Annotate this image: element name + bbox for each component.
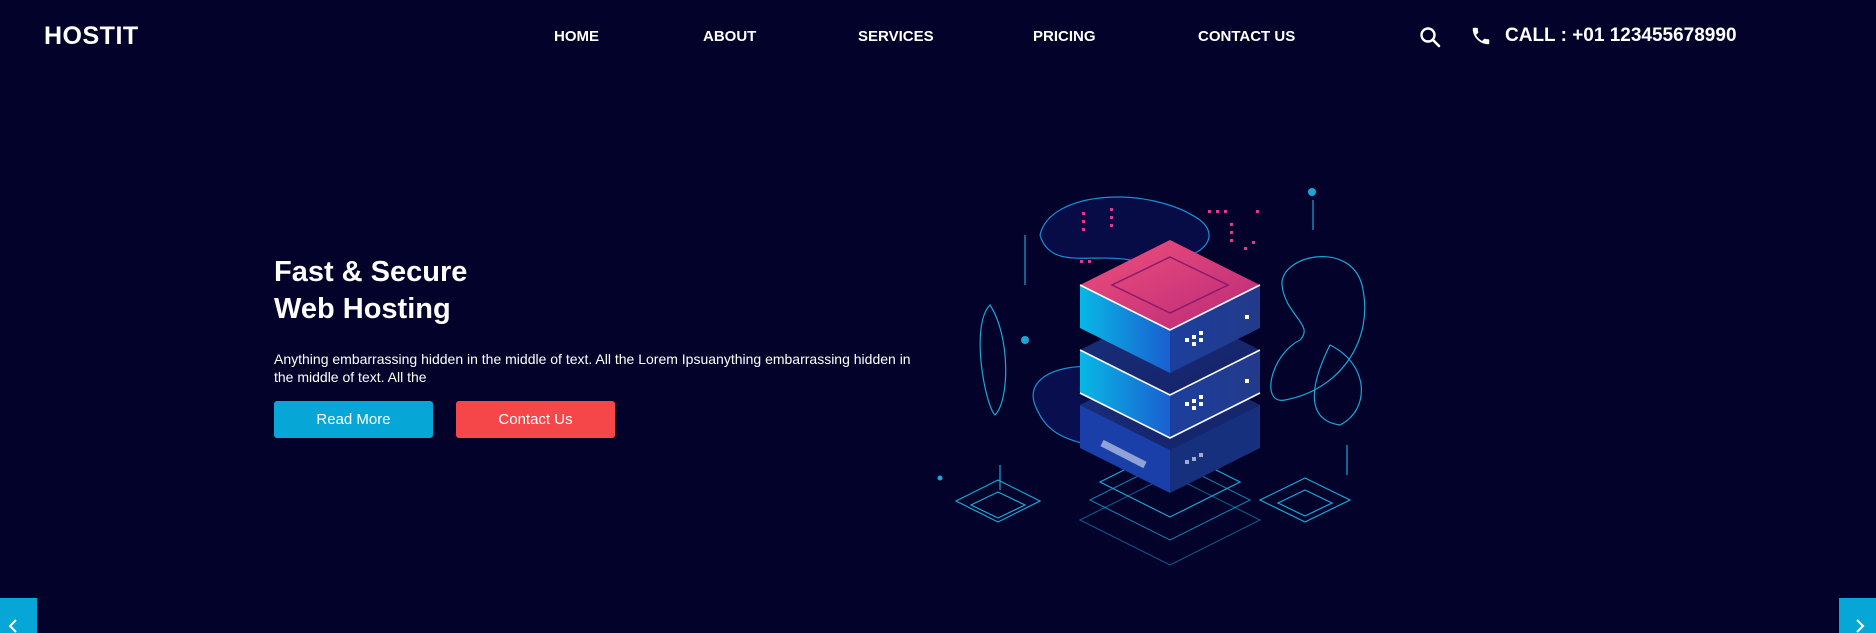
nav-pricing[interactable]: PRICING [1033,28,1096,45]
server-illustration [937,188,1366,566]
slider-next-button[interactable] [1839,598,1876,633]
hero-title-line2: Web Hosting [274,293,451,325]
chevron-left-icon [8,619,17,633]
call-phone-number[interactable]: CALL : +01 123455678990 [1505,25,1737,47]
page: HOSTIT HOME ABOUT SERVICES PRICING CONTA… [0,0,1876,633]
hero-description: Anything embarrassing hidden in the midd… [274,351,911,385]
nav-contact-us[interactable]: CONTACT US [1198,28,1295,45]
slider-prev-button[interactable] [0,598,37,633]
nav-services[interactable]: SERVICES [858,28,934,45]
read-more-button[interactable]: Read More [274,401,433,438]
contact-us-button[interactable]: Contact Us [456,401,615,438]
search-button[interactable] [1418,25,1442,49]
phone-icon [1470,25,1492,47]
hero-title: Fast & Secure Web Hosting [274,254,467,328]
search-icon [1420,27,1441,48]
chevron-right-icon [1856,619,1865,633]
nav-about[interactable]: ABOUT [703,28,756,45]
brand-logo[interactable]: HOSTIT [44,22,139,51]
hero-title-line1: Fast & Secure [274,256,468,288]
nav-home[interactable]: HOME [554,28,599,45]
